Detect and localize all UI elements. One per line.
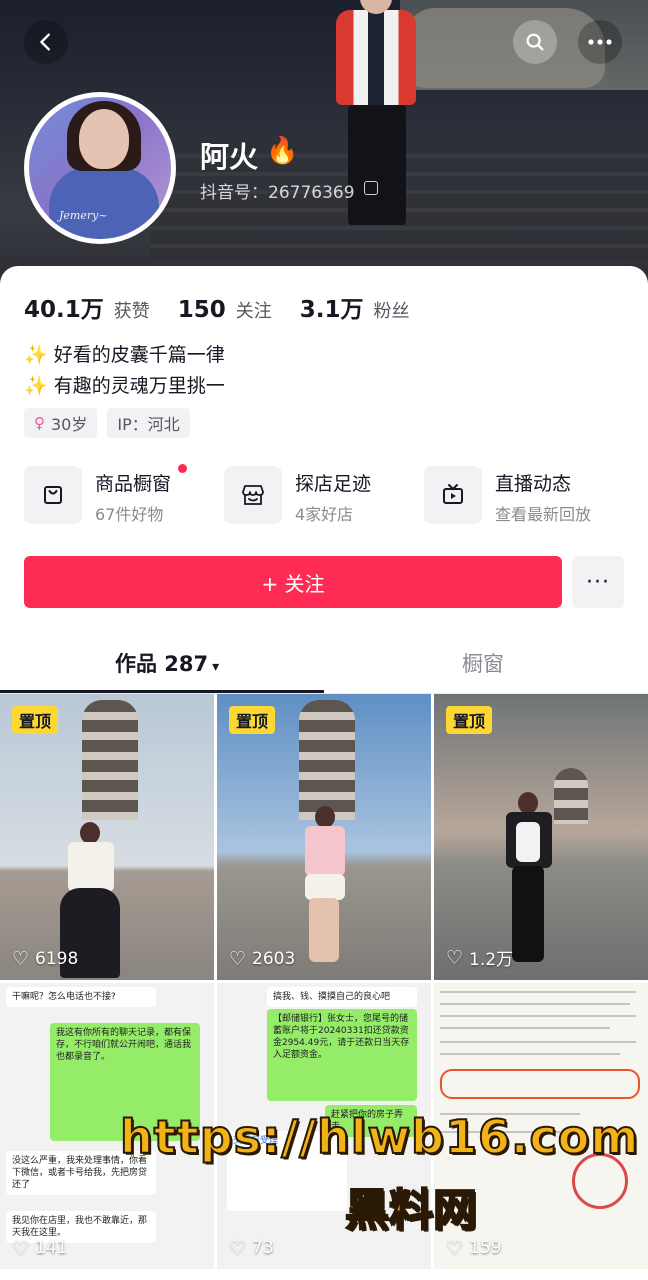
bio-line-1: ✨ 好看的皮囊千篇一律 — [24, 344, 225, 366]
follow-more-button[interactable]: ··· — [572, 556, 624, 608]
feature-title: 探店足迹 — [295, 473, 372, 495]
pinned-badge: 置顶 — [446, 706, 493, 734]
pinned-badge: 置顶 — [12, 706, 59, 734]
douyin-id: 抖音号：26776369 — [200, 183, 355, 203]
like-count: ♡ 2603 — [229, 948, 296, 970]
likes-count[interactable]: 40.1万 — [24, 290, 104, 324]
age-text: 30岁 — [51, 415, 88, 434]
like-count: ♡ 1.2万 — [446, 946, 514, 971]
feature-live-updates[interactable]: 直播动态 查看最新回放 — [424, 464, 624, 528]
copy-icon[interactable] — [364, 181, 378, 195]
notification-dot — [178, 464, 187, 473]
video-thumbnail[interactable]: 置顶 ♡ 1.2万 — [434, 694, 648, 980]
chat-bubble: 搞我、钱、摸摸自己的良心吧 — [267, 987, 417, 1007]
profile-name: 阿火 — [200, 140, 259, 174]
caret-down-icon: ▾ — [212, 659, 220, 675]
like-count: ♡ 73 — [229, 1237, 274, 1259]
tab-shop-window[interactable]: 橱窗 — [462, 648, 504, 678]
profile-tags: ♀ 30岁 IP：河北 — [24, 408, 190, 438]
pinned-badge: 置顶 — [229, 706, 276, 734]
ip-tag: IP：河北 — [107, 408, 190, 438]
feature-shop-window[interactable]: 商品橱窗 67件好物 — [24, 464, 224, 528]
fire-emoji: 🔥 — [266, 136, 299, 166]
heart-icon: ♡ — [229, 1237, 247, 1259]
back-arrow-icon — [40, 33, 50, 51]
search-icon — [526, 33, 544, 51]
followers-count[interactable]: 3.1万 — [300, 290, 364, 324]
bio: ✨ 好看的皮囊千篇一律 ✨ 有趣的灵魂万里挑一 — [24, 340, 225, 402]
bio-line-2: ✨ 有趣的灵魂万里挑一 — [24, 375, 225, 397]
content-tabs: 作品 287 ▾ 橱窗 — [0, 636, 648, 694]
age-tag: ♀ 30岁 — [24, 408, 98, 438]
like-count: ♡ 6198 — [12, 948, 79, 970]
shopping-bag-icon — [24, 466, 82, 524]
like-count: ♡ 141 — [12, 1237, 68, 1259]
tab-works-label: 作品 287 — [115, 652, 209, 676]
watermark-url: https://hlwb16.com — [119, 1109, 640, 1165]
active-tab-indicator — [0, 690, 324, 693]
following-count[interactable]: 150 — [178, 297, 226, 323]
cover-rock — [405, 8, 605, 88]
watermark-text: 黑料网 — [344, 1184, 478, 1237]
following-label: 关注 — [235, 301, 272, 322]
feature-subtitle: 4家好店 — [295, 505, 354, 524]
watermark: https://hlwb16.com 黑料网 — [119, 1109, 640, 1237]
video-thumbnail[interactable]: 置顶 ♡ 2603 — [217, 694, 431, 980]
heart-icon: ♡ — [12, 948, 30, 970]
follow-button[interactable]: + 关注 — [24, 556, 562, 608]
heart-icon: ♡ — [446, 1237, 464, 1259]
feature-subtitle: 查看最新回放 — [495, 505, 592, 524]
tab-works[interactable]: 作品 287 ▾ — [115, 648, 219, 678]
feature-subtitle: 67件好物 — [95, 505, 164, 524]
feature-title: 商品橱窗 — [95, 473, 172, 495]
chat-bubble: 干嘛呢？怎么电话也不接? — [6, 987, 156, 1007]
female-icon: ♀ — [34, 414, 45, 432]
feature-title: 直播动态 — [495, 473, 572, 495]
avatar-signature: Jemery~ — [59, 209, 108, 222]
stats-row: 40.1万 获赞 150 关注 3.1万 粉丝 — [24, 290, 428, 324]
video-grid: 置顶 ♡ 6198 置顶 ♡ 2603 置顶 ♡ 1.2万 干嘛呢？怎么电话也不… — [0, 694, 648, 1280]
followers-label: 粉丝 — [373, 301, 410, 322]
more-button[interactable] — [578, 20, 622, 64]
avatar[interactable]: Jemery~ — [24, 92, 176, 244]
heart-icon: ♡ — [229, 948, 247, 970]
video-thumbnail[interactable]: 置顶 ♡ 6198 — [0, 694, 214, 980]
likes-label: 获赞 — [113, 301, 150, 322]
feature-store-visits[interactable]: 探店足迹 4家好店 — [224, 464, 424, 528]
more-dots-icon — [588, 39, 612, 45]
search-button[interactable] — [513, 20, 557, 64]
live-tv-icon — [424, 466, 482, 524]
store-icon — [224, 466, 282, 524]
heart-icon: ♡ — [12, 1237, 30, 1259]
heart-icon: ♡ — [446, 946, 464, 969]
chat-bubble: 【邮储银行】张女士，您尾号的储蓄账户将于20240331扣还贷款资金2954.4… — [267, 1009, 417, 1101]
like-count: ♡ 159 — [446, 1237, 502, 1259]
features-row: 商品橱窗 67件好物 探店足迹 4家好店 直播动态 查看最新回放 — [24, 464, 624, 528]
back-button[interactable] — [24, 20, 68, 64]
